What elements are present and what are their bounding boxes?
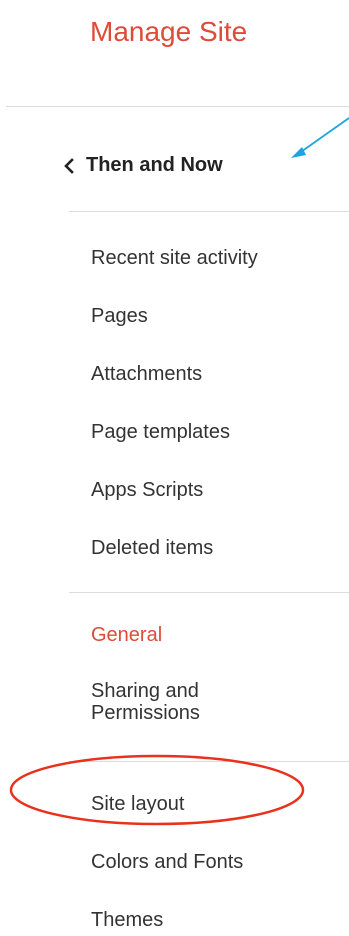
chevron-left-icon xyxy=(64,157,74,174)
nav-item-apps-scripts[interactable]: Apps Scripts xyxy=(91,480,203,500)
divider xyxy=(69,211,349,212)
divider xyxy=(6,106,349,107)
nav-item-sharing-and-permissions[interactable]: Sharing and Permissions xyxy=(91,680,200,724)
nav-item-label: Sharing and xyxy=(91,680,199,702)
nav-item-attachments[interactable]: Attachments xyxy=(91,364,202,384)
nav-item-recent-site-activity[interactable]: Recent site activity xyxy=(91,248,258,268)
nav-item-colors-and-fonts[interactable]: Colors and Fonts xyxy=(91,852,243,872)
divider xyxy=(69,761,349,762)
site-name: Then and Now xyxy=(86,154,223,176)
page-title: Manage Site xyxy=(90,16,248,47)
nav-item-general[interactable]: General xyxy=(91,625,162,645)
annotation-arrow xyxy=(291,117,349,158)
nav-item-site-layout[interactable]: Site layout xyxy=(91,794,184,814)
nav-item-pages[interactable]: Pages xyxy=(91,306,148,326)
divider xyxy=(69,592,349,593)
nav-item-deleted-items[interactable]: Deleted items xyxy=(91,538,213,558)
site-back-link[interactable]: Then and Now xyxy=(62,154,223,177)
nav-item-label: Permissions xyxy=(91,702,200,724)
nav-item-themes[interactable]: Themes xyxy=(91,910,163,930)
nav-item-page-templates[interactable]: Page templates xyxy=(91,422,230,442)
